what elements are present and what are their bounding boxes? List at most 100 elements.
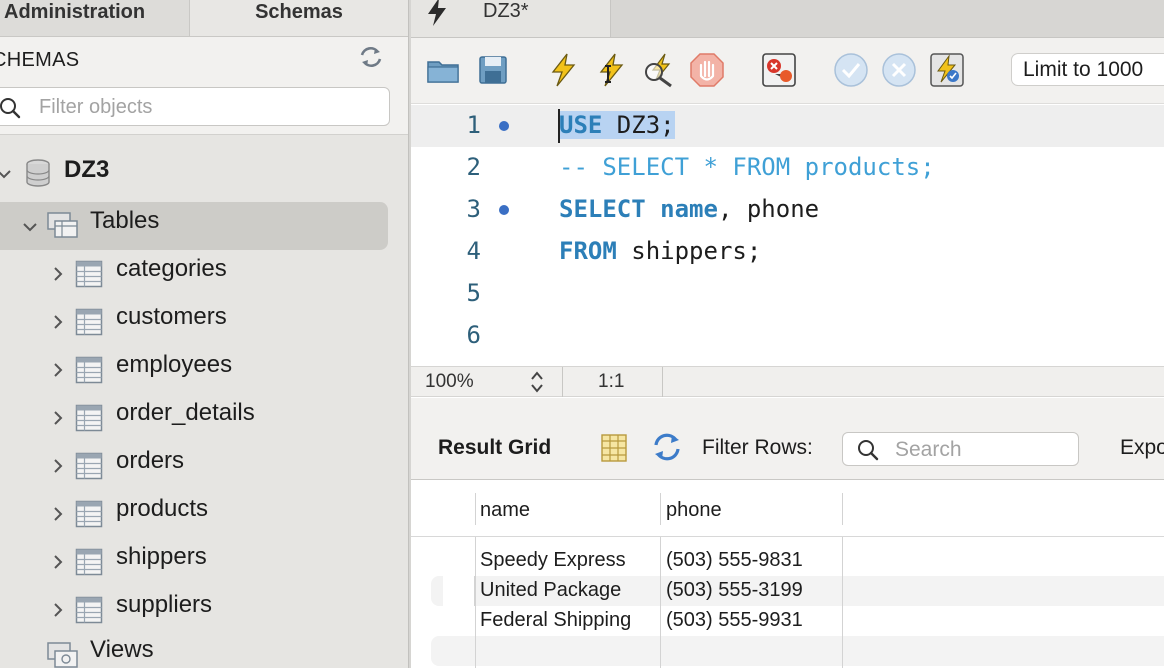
tree-item-table[interactable]: customers <box>0 298 408 346</box>
filter-objects-field[interactable] <box>0 87 390 126</box>
cell-name[interactable]: Federal Shipping <box>480 609 631 632</box>
tree-item-table[interactable]: suppliers <box>0 586 408 634</box>
line-number: 3 <box>466 195 481 223</box>
schema-tree: DZ3 Tables categories customers employee… <box>0 136 408 668</box>
column-divider <box>660 636 661 666</box>
column-header-phone[interactable]: phone <box>666 499 722 522</box>
save-icon[interactable] <box>475 52 511 88</box>
column-divider <box>475 636 476 666</box>
column-divider <box>842 636 843 666</box>
code-line[interactable]: 3 SELECT name, phone <box>411 189 1164 231</box>
cell-name[interactable]: United Package <box>480 579 621 602</box>
export-label[interactable]: Expo <box>1120 436 1164 460</box>
code-line[interactable]: 2 -- SELECT * FROM products; <box>411 147 1164 189</box>
code-line[interactable]: 5 <box>411 273 1164 315</box>
row-stripe <box>431 636 1164 666</box>
stop-icon[interactable] <box>689 52 725 88</box>
sql-keyword: name <box>660 195 718 223</box>
autocommit-icon[interactable] <box>929 52 965 88</box>
line-number: 6 <box>466 321 481 349</box>
table-icon <box>75 260 103 288</box>
column-header-name[interactable]: name <box>480 499 530 522</box>
table-row-empty[interactable] <box>411 636 1164 666</box>
zoom-level[interactable]: 100% <box>425 371 474 393</box>
explain-icon[interactable] <box>641 52 677 88</box>
tree-item-table[interactable]: employees <box>0 346 408 394</box>
chevron-right-icon[interactable] <box>50 362 66 378</box>
chevron-down-icon[interactable] <box>0 166 12 182</box>
result-grid: name phone Speedy Express (503) 555-9831… <box>411 481 1164 668</box>
zoom-stepper-icon[interactable] <box>529 369 545 395</box>
tree-item-tables[interactable]: Tables <box>0 202 408 250</box>
table-icon <box>75 548 103 576</box>
stop-on-error-icon[interactable] <box>761 52 797 88</box>
tab-query-editor[interactable]: DZ3* <box>411 0 611 37</box>
execute-icon[interactable] <box>545 52 581 88</box>
search-icon <box>0 98 21 119</box>
result-grid-label[interactable]: Result Grid <box>438 436 551 460</box>
tree-item-table[interactable]: shippers <box>0 538 408 586</box>
column-divider <box>842 493 843 525</box>
tree-item-table[interactable]: orders <box>0 442 408 490</box>
cell-phone[interactable]: (503) 555-3199 <box>666 579 803 602</box>
column-divider <box>475 576 476 606</box>
filter-rows-field[interactable] <box>842 432 1079 466</box>
code-line[interactable]: 1 USE DZ3; <box>411 105 1164 147</box>
table-row[interactable]: Speedy Express (503) 555-9831 <box>411 546 1164 576</box>
line-number: 4 <box>466 237 481 265</box>
code-line[interactable]: 4 FROM shippers; <box>411 231 1164 273</box>
row-header[interactable] <box>443 576 475 606</box>
sql-keyword: FROM <box>559 237 617 265</box>
cell-phone[interactable]: (503) 555-9931 <box>666 609 803 632</box>
table-row[interactable]: Federal Shipping (503) 555-9931 <box>411 606 1164 636</box>
chevron-right-icon[interactable] <box>50 506 66 522</box>
column-divider <box>660 493 661 525</box>
code-text: FROM shippers; <box>559 237 761 265</box>
column-divider <box>475 493 476 525</box>
chevron-right-icon[interactable] <box>50 554 66 570</box>
tree-item-views[interactable]: Views <box>0 634 408 668</box>
tree-item-table[interactable]: categories <box>0 250 408 298</box>
chevron-right-icon[interactable] <box>50 410 66 426</box>
chevron-right-icon[interactable] <box>50 266 66 282</box>
table-icon <box>75 596 103 624</box>
cursor-position: 1:1 <box>598 371 625 392</box>
cell-name[interactable]: Speedy Express <box>480 549 626 572</box>
form-editor-icon[interactable] <box>601 434 627 462</box>
rollback-icon[interactable] <box>881 52 917 88</box>
column-divider <box>842 576 843 606</box>
commit-icon[interactable] <box>833 52 869 88</box>
tree-item-table[interactable]: products <box>0 490 408 538</box>
text-caret <box>558 109 560 143</box>
filter-rows-input[interactable] <box>895 437 1065 463</box>
table-row[interactable]: United Package (503) 555-3199 <box>411 576 1164 606</box>
chevron-right-icon[interactable] <box>50 458 66 474</box>
database-icon <box>26 159 50 187</box>
open-folder-icon[interactable] <box>425 52 461 88</box>
schemas-header: CHEMAS <box>0 37 408 83</box>
code-line[interactable]: 6 <box>411 315 1164 357</box>
sql-editor[interactable]: 1 USE DZ3; 2 -- SELECT * FROM products; … <box>411 105 1164 366</box>
editor-tab-label: DZ3* <box>483 0 529 22</box>
chevron-right-icon[interactable] <box>50 314 66 330</box>
execute-current-icon[interactable] <box>593 52 629 88</box>
cell-phone[interactable]: (503) 555-9831 <box>666 549 803 572</box>
tables-folder-icon <box>47 212 78 238</box>
tab-administration[interactable]: Administration <box>0 0 188 36</box>
line-number: 5 <box>466 279 481 307</box>
filter-objects-input[interactable] <box>39 94 369 120</box>
code-text: SELECT name, phone <box>559 195 819 223</box>
refresh-icon[interactable] <box>651 432 683 462</box>
line-number: 2 <box>466 153 481 181</box>
table-name: customers <box>116 303 227 330</box>
limit-rows-select[interactable]: Limit to 1000 <box>1011 53 1164 86</box>
column-divider <box>660 576 661 606</box>
table-icon <box>75 452 103 480</box>
tree-item-database[interactable]: DZ3 <box>0 148 408 196</box>
refresh-icon[interactable] <box>358 46 384 68</box>
tab-schemas[interactable]: Schemas <box>189 0 408 36</box>
tree-item-table[interactable]: order_details <box>0 394 408 442</box>
database-name: DZ3 <box>64 156 110 183</box>
chevron-down-icon[interactable] <box>22 219 38 235</box>
chevron-right-icon[interactable] <box>50 602 66 618</box>
